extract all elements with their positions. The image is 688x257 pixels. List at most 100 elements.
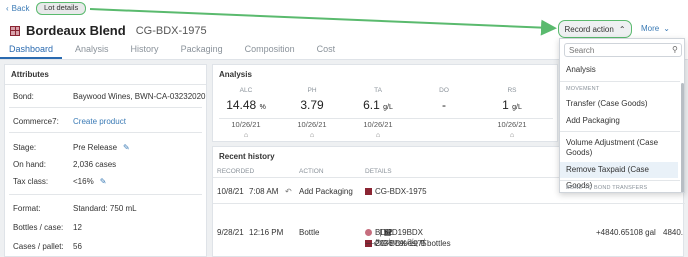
pencil-icon[interactable]: ✎ xyxy=(123,143,130,152)
row-time: 12:16 PM xyxy=(249,228,284,237)
value: 1 xyxy=(502,98,509,112)
home-icon: ⌂ xyxy=(243,132,249,139)
note-text: 2036 cases, 0 bottles xyxy=(375,239,451,248)
section-movement: MOVEMENT xyxy=(566,86,600,92)
tab-history[interactable]: History xyxy=(122,42,168,59)
divider xyxy=(213,203,685,204)
title-row: Bordeaux Blend CG-BDX-1975 xyxy=(10,23,207,38)
tab-composition[interactable]: Composition xyxy=(236,42,304,59)
menu-item-remove-taxpaid[interactable]: Remove Taxpaid (Case Goods) xyxy=(560,162,678,190)
attributes-panel: Attributes Bond: Baywood Wines, BWN-CA-0… xyxy=(4,64,207,257)
breadcrumb: Lot details xyxy=(36,2,87,15)
divider xyxy=(9,132,202,133)
attr-value: 56 xyxy=(73,242,82,251)
back-label: Back xyxy=(11,4,30,13)
row-time: 7:08 AM xyxy=(249,187,279,196)
section-bond-transfers: BOND TO BOND TRANSFERS xyxy=(566,185,648,191)
value: 3.79 xyxy=(300,98,324,112)
col-details: DETAILS xyxy=(365,168,392,175)
metric-date: 10/26/21 xyxy=(231,120,261,129)
search-icon: ⚲ xyxy=(672,45,678,54)
row-action: Add Packaging xyxy=(299,187,353,196)
row-detail-line2: ⟶ CG-BDX-1975 Bordeaux Blend: 2036 cases… xyxy=(365,239,451,248)
tab-dashboard[interactable]: Dashboard xyxy=(0,42,63,59)
home-icon: ⌂ xyxy=(375,132,381,139)
metric-label: RS xyxy=(507,87,517,94)
attr-label: On hand: xyxy=(13,160,46,169)
attr-label: Format: xyxy=(13,204,41,213)
row-date: 10/8/21 xyxy=(217,187,244,196)
menu-item-analysis[interactable]: Analysis xyxy=(560,65,678,75)
detail-text: BDRD19BDX xyxy=(375,228,424,237)
metric-date: 10/26/21 xyxy=(297,120,327,129)
menu-item-volume-adjustment[interactable]: Volume Adjustment (Case Goods) xyxy=(560,138,678,158)
row-amount: +4840.65108 gal xyxy=(596,228,656,237)
attr-label: Commerce7: xyxy=(13,117,59,126)
tab-analysis[interactable]: Analysis xyxy=(66,42,118,59)
row-date: 9/28/21 xyxy=(217,228,244,237)
attr-label: Bottles / case: xyxy=(13,223,64,232)
lot-icon xyxy=(10,25,20,36)
search-input[interactable] xyxy=(564,43,682,57)
attr-value: 12 xyxy=(73,223,82,232)
more-label: More xyxy=(641,24,660,33)
attr-label: Stage: xyxy=(13,143,37,152)
menu-item-add-packaging[interactable]: Add Packaging xyxy=(560,116,678,126)
lot-square-icon xyxy=(365,188,372,195)
divider xyxy=(560,81,680,82)
row-detail: BDRD19BDX | ▦ 52 xyxy=(365,228,423,237)
record-action-label: Record action xyxy=(564,24,614,34)
unit: g/L xyxy=(383,104,393,111)
attr-value: Pre Release ✎ xyxy=(73,143,130,152)
pencil-icon[interactable]: ✎ xyxy=(100,177,107,186)
undo-icon[interactable]: ↶ xyxy=(285,187,292,196)
metric-value: 3.79 xyxy=(281,98,343,112)
attr-label: Bond: xyxy=(13,92,34,101)
metric-alc[interactable]: ALC 14.48 % 10/26/21 ⌂ xyxy=(215,87,277,139)
tab-packaging[interactable]: Packaging xyxy=(172,42,232,59)
home-icon: ⌂ xyxy=(309,132,315,139)
page-title: Bordeaux Blend xyxy=(26,23,126,38)
divider xyxy=(9,107,202,108)
chevron-up-icon: ⌃ xyxy=(618,24,626,34)
metric-ph[interactable]: PH 3.79 10/26/21 ⌂ xyxy=(281,87,343,139)
record-action-button[interactable]: Record action ⌃ xyxy=(558,20,632,38)
metric-ta[interactable]: TA 6.1 g/L 10/26/21 ⌂ xyxy=(347,87,409,139)
metric-do[interactable]: DO - xyxy=(413,87,475,112)
analysis-panel: Analysis ALC 14.48 % 10/26/21 ⌂ PH 3.79 … xyxy=(212,64,558,142)
col-recorded: RECORDED xyxy=(217,168,255,175)
divider xyxy=(219,118,553,119)
divider xyxy=(560,131,680,132)
tab-cost[interactable]: Cost xyxy=(308,42,345,59)
analysis-title: Analysis xyxy=(219,70,252,79)
back-link[interactable]: ‹ Back xyxy=(6,4,29,13)
metric-value: 1 g/L xyxy=(481,98,543,112)
metric-label: TA xyxy=(374,87,382,94)
attr-value: 2,036 cases xyxy=(73,160,117,169)
divider xyxy=(9,194,202,195)
metric-rs[interactable]: RS 1 g/L 10/26/21 ⌂ xyxy=(481,87,543,139)
attr-value: Standard: 750 mL xyxy=(73,204,137,213)
scrollbar[interactable] xyxy=(681,83,684,192)
tax-class-value: <16% xyxy=(73,177,94,186)
value: 6.1 xyxy=(363,98,380,112)
metric-value: 6.1 g/L xyxy=(347,98,409,112)
attr-value: <16% ✎ xyxy=(73,177,106,186)
value: - xyxy=(442,98,446,112)
bottle-circle-icon xyxy=(365,229,372,236)
chevron-down-icon: ⌄ xyxy=(663,24,670,33)
unit: % xyxy=(259,104,266,111)
more-button[interactable]: More ⌄ xyxy=(641,24,670,33)
attributes-title: Attributes xyxy=(5,65,206,85)
create-product-link[interactable]: Create product xyxy=(73,117,126,126)
lot-details-page: ‹ Back Lot details Bordeaux Blend CG-BDX… xyxy=(0,0,688,257)
record-action-dropdown: ⚲ Analysis MOVEMENT Transfer (Case Goods… xyxy=(559,38,685,193)
metric-label: PH xyxy=(307,87,317,94)
metric-label: ALC xyxy=(239,87,253,94)
menu-item-transfer[interactable]: Transfer (Case Goods) xyxy=(560,99,678,109)
lot-code: CG-BDX-1975 xyxy=(135,24,207,37)
attr-label: Tax class: xyxy=(13,177,49,186)
metric-date: 10/26/21 xyxy=(363,120,393,129)
row-action: Bottle xyxy=(299,228,320,237)
unit: g/L xyxy=(512,104,522,111)
